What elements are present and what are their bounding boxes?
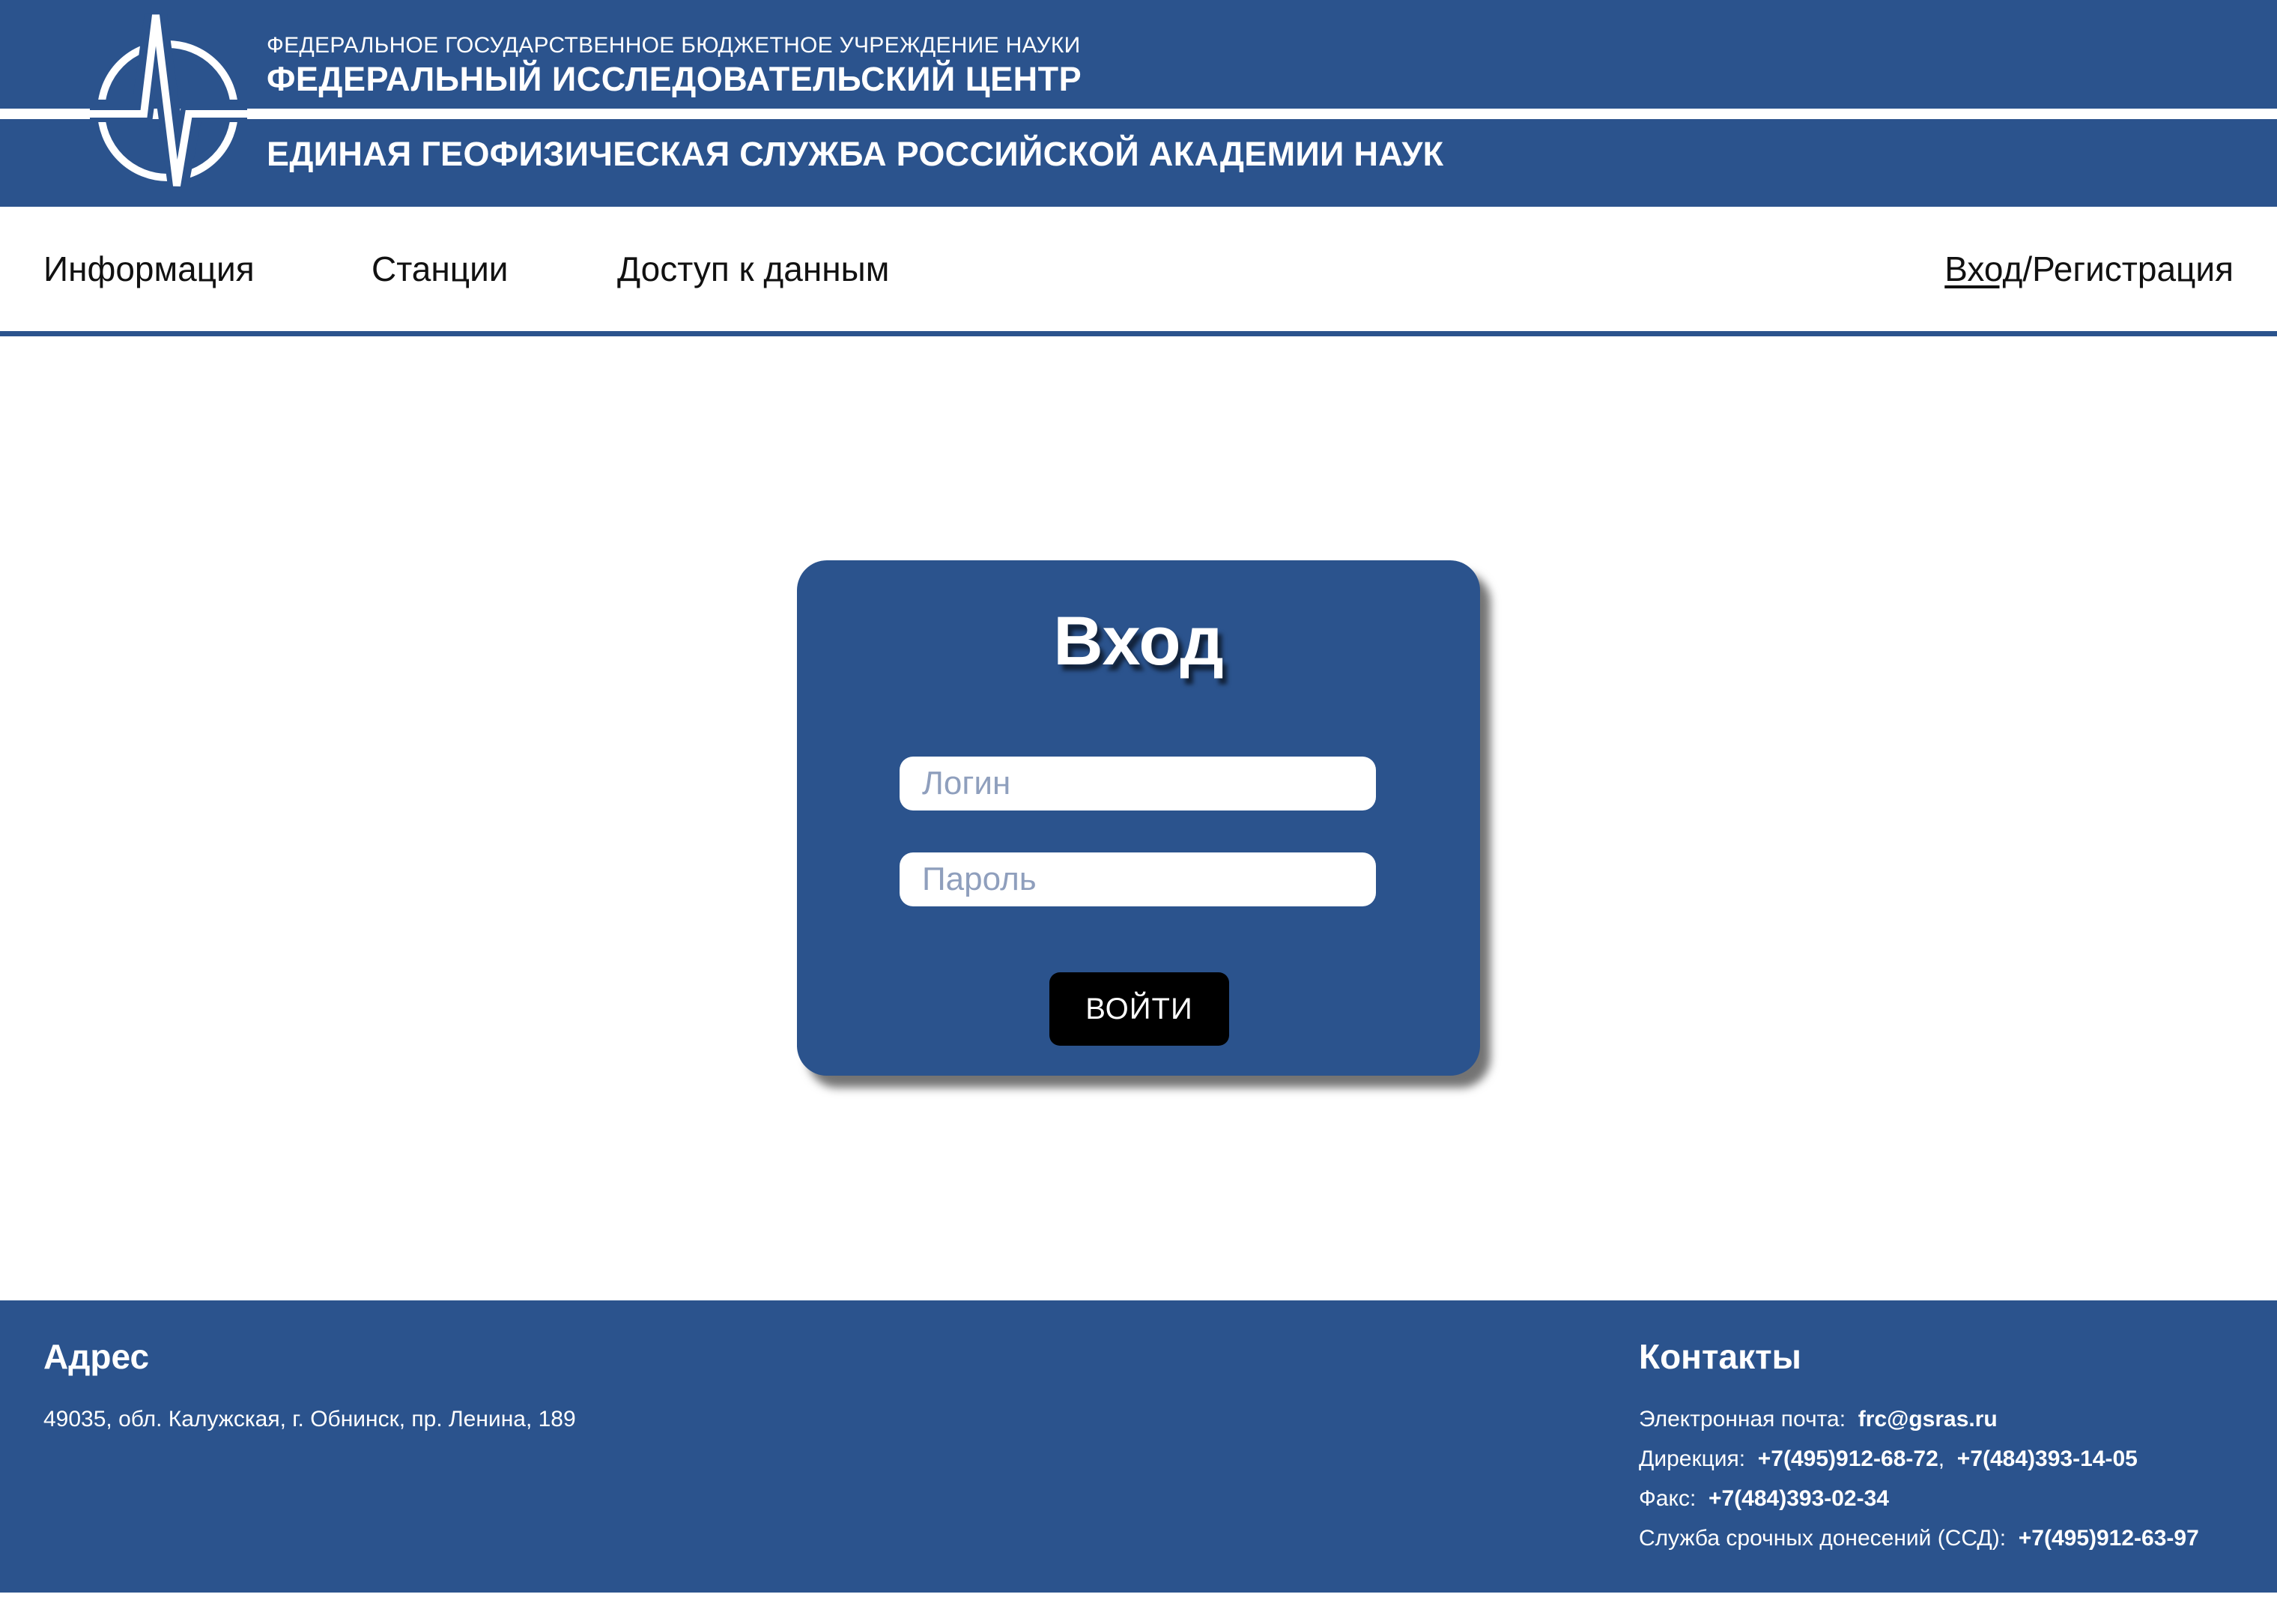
email-label: Электронная почта: xyxy=(1639,1407,1846,1431)
org-service-title: ЕДИНАЯ ГЕОФИЗИЧЕСКАЯ СЛУЖБА РОССИЙСКОЙ А… xyxy=(267,135,1444,173)
nav-login-link[interactable]: Вход xyxy=(1944,249,2022,288)
login-submit-button[interactable]: ВОЙТИ xyxy=(1049,972,1229,1046)
nav-item-information[interactable]: Информация xyxy=(43,249,255,289)
main-nav: Информация Станции Доступ к данным Вход/… xyxy=(0,207,2277,336)
direction-phone-1[interactable]: +7(495)912-68-72 xyxy=(1758,1446,1938,1471)
emergency-phone[interactable]: +7(495)912-63-97 xyxy=(2019,1526,2199,1551)
site-header: ФЕДЕРАЛЬНОЕ ГОСУДАРСТВЕННОЕ БЮДЖЕТНОЕ УЧ… xyxy=(0,0,2277,207)
fax-label: Факс: xyxy=(1639,1486,1697,1511)
org-type-line: ФЕДЕРАЛЬНОЕ ГОСУДАРСТВЕННОЕ БЮДЖЕТНОЕ УЧ… xyxy=(267,33,1081,58)
direction-phone-separator: , xyxy=(1938,1446,1945,1471)
login-card: Вход ВОЙТИ xyxy=(797,560,1480,1076)
contact-emergency-row: Служба срочных донесений (ССД): +7(495)9… xyxy=(1639,1526,2199,1551)
nav-register-link[interactable]: Регистрация xyxy=(2032,249,2234,288)
nav-item-data-access[interactable]: Доступ к данным xyxy=(617,249,889,289)
contact-fax-row: Факс: +7(484)393-02-34 xyxy=(1639,1486,1889,1512)
direction-label: Дирекция: xyxy=(1639,1446,1746,1471)
contact-direction-row: Дирекция: +7(495)912-68-72, +7(484)393-1… xyxy=(1639,1446,2138,1472)
password-input[interactable] xyxy=(900,852,1376,906)
nav-auth-separator: / xyxy=(2022,249,2033,288)
direction-phone-2[interactable]: +7(484)393-14-05 xyxy=(1957,1446,2138,1471)
login-input[interactable] xyxy=(900,757,1376,811)
emergency-label: Служба срочных донесений (ССД): xyxy=(1639,1526,2007,1551)
fax-number[interactable]: +7(484)393-02-34 xyxy=(1708,1486,1889,1511)
header-divider-line xyxy=(0,109,2277,119)
email-link[interactable]: frc@gsras.ru xyxy=(1858,1407,1998,1431)
nav-item-stations[interactable]: Станции xyxy=(372,249,509,289)
org-name-line: ФЕДЕРАЛЬНЫЙ ИССЛЕДОВАТЕЛЬСКИЙ ЦЕНТР xyxy=(267,60,1082,98)
nav-auth-links: Вход/Регистрация xyxy=(1944,249,2234,289)
address-text: 49035, обл. Калужская, г. Обнинск, пр. Л… xyxy=(43,1407,576,1431)
seismogram-logo-icon[interactable] xyxy=(0,0,247,207)
contacts-heading: Контакты xyxy=(1639,1337,1801,1376)
contact-email-row: Электронная почта: frc@gsras.ru xyxy=(1639,1407,1998,1432)
login-title: Вход xyxy=(1053,603,1224,679)
address-heading: Адрес xyxy=(43,1337,150,1376)
site-footer: Адрес 49035, обл. Калужская, г. Обнинск,… xyxy=(0,1300,2277,1593)
